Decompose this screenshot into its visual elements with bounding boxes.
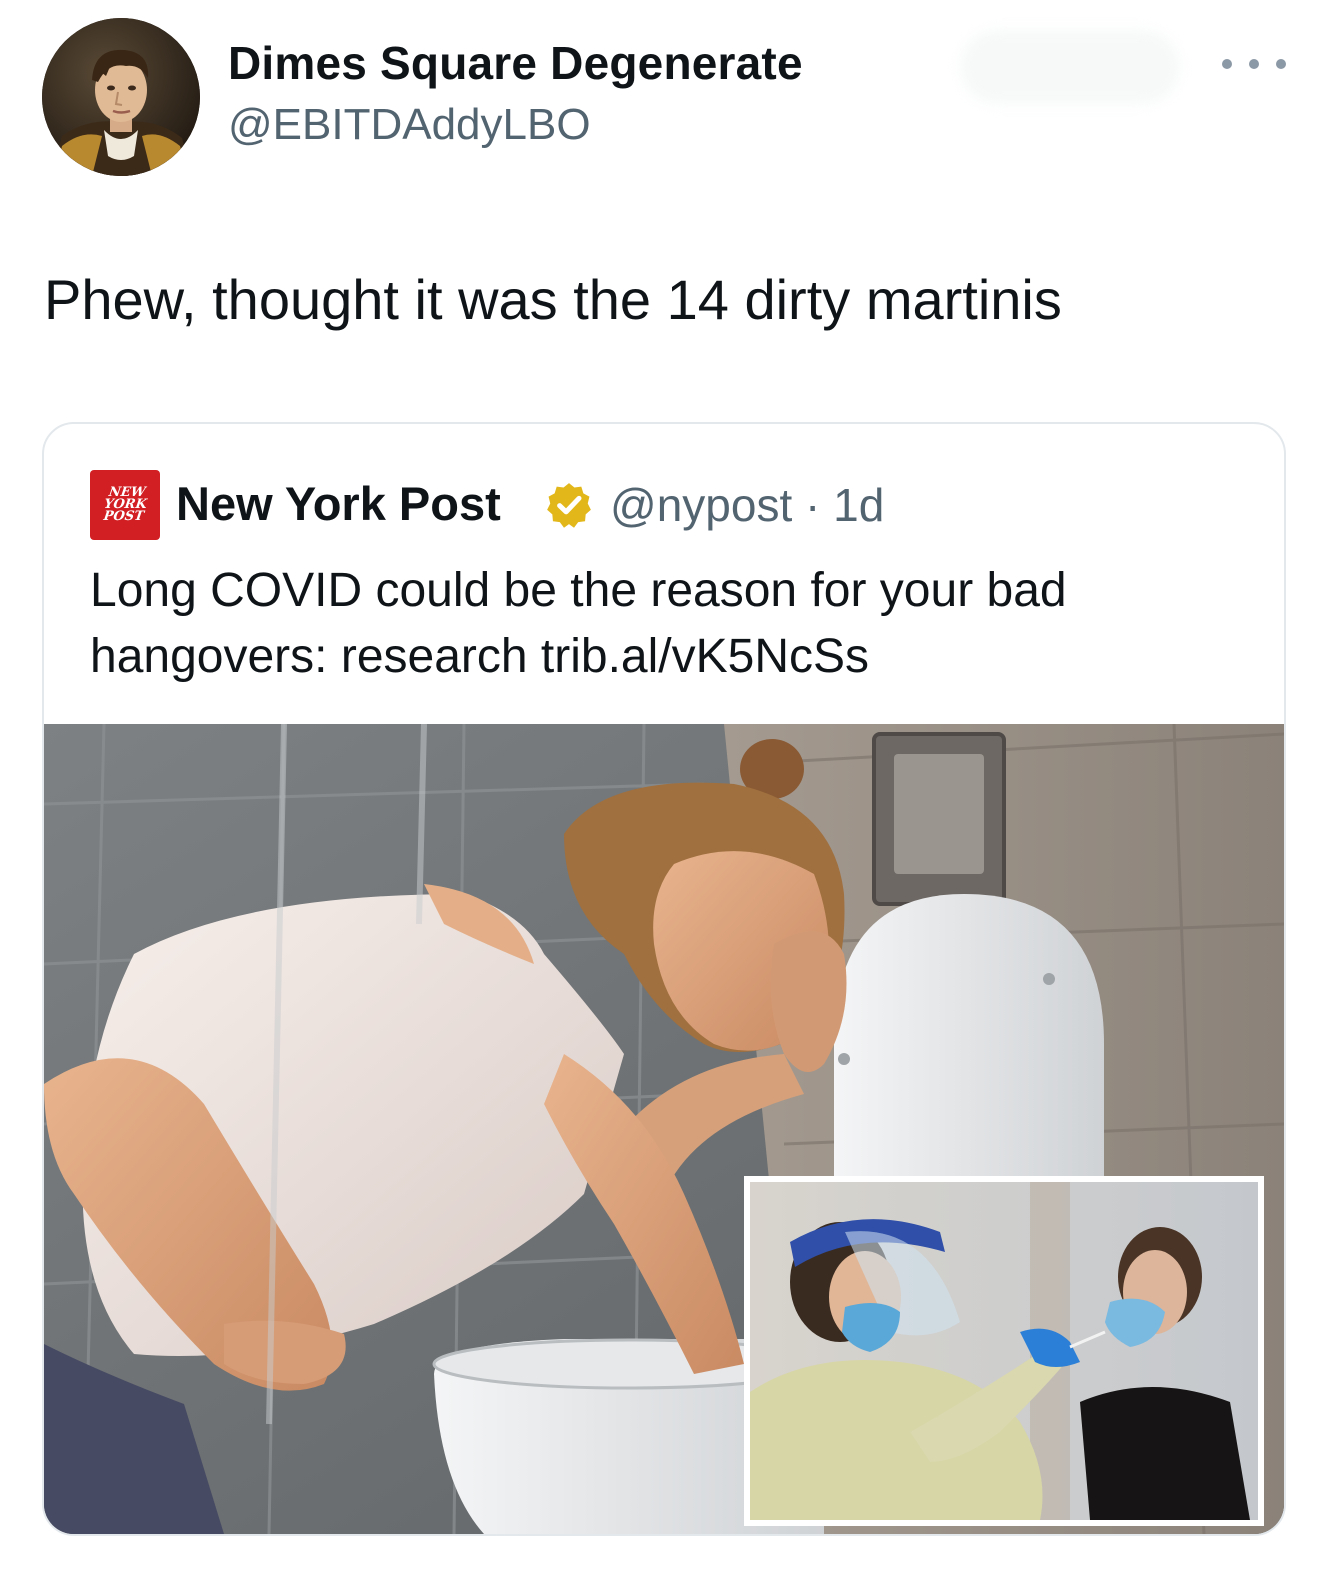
quoted-text-line: Long COVID could be the reason for your … [90, 564, 1067, 617]
author-display-name[interactable]: Dimes Square Degenerate [228, 36, 803, 90]
more-dot [1276, 59, 1286, 69]
quoted-tweet-text: Long COVID could be the reason for your … [90, 558, 1230, 690]
more-dot [1222, 59, 1232, 69]
nypost-logo-text: NEW YORK POST [102, 485, 148, 524]
blurred-follow-button [960, 30, 1180, 104]
covid-swab-test-photo[interactable] [744, 1176, 1264, 1526]
quoted-author-name[interactable]: New York Post [176, 476, 501, 531]
quoted-tweet-card[interactable]: NEW YORK POST New York Post @nypost · 1d… [42, 422, 1286, 1536]
woman-leaning-over-toilet-photo[interactable] [44, 724, 1284, 1534]
quoted-handle-timestamp[interactable]: @nypost · 1d [610, 478, 884, 532]
portrait-avatar-icon [42, 18, 200, 176]
nypost-logo-icon[interactable]: NEW YORK POST [90, 470, 160, 540]
quoted-text-line-link[interactable]: hangovers: research trib.al/vK5NcSs [90, 624, 1230, 690]
author-avatar[interactable] [42, 18, 200, 176]
more-dot [1249, 59, 1259, 69]
more-horizontal-icon[interactable] [1222, 46, 1286, 82]
tweet-text: Phew, thought it was the 14 dirty martin… [44, 268, 1062, 331]
verified-gold-badge-icon [547, 483, 591, 528]
author-handle[interactable]: @EBITDAddyLBO [228, 100, 591, 150]
